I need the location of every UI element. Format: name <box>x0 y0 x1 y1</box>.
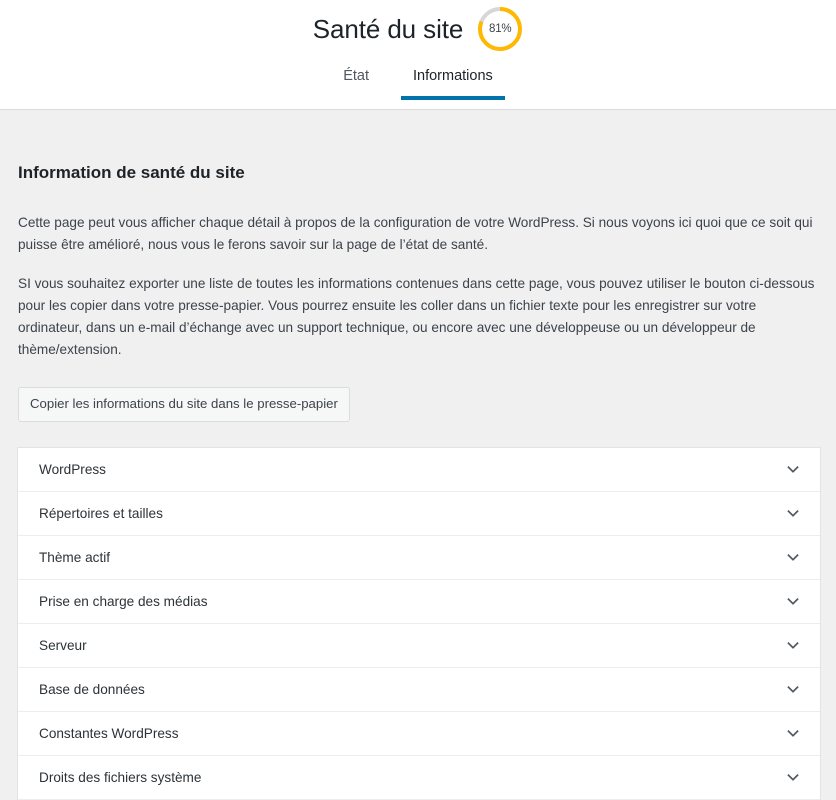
accordion-row-label: Base de données <box>39 681 145 697</box>
accordion-row[interactable]: Répertoires et tailles <box>18 491 820 536</box>
section-heading: Information de santé du site <box>18 163 245 182</box>
site-health-content: Information de santé du site Cette page … <box>0 110 836 800</box>
accordion-row-label: Constantes WordPress <box>39 725 179 741</box>
title-row: Santé du site 81% <box>0 0 836 51</box>
chevron-down-icon[interactable] <box>784 636 802 654</box>
accordion-row[interactable]: Prise en charge des médias <box>18 579 820 624</box>
accordion-row[interactable]: WordPress <box>18 447 820 492</box>
accordion-row[interactable]: Base de données <box>18 667 820 712</box>
page-title: Santé du site <box>312 14 464 44</box>
chevron-down-icon[interactable] <box>784 460 802 478</box>
accordion-row[interactable]: Droits des fichiers système <box>18 755 820 800</box>
intro-paragraph-2: SI vous souhaitez exporter une liste de … <box>18 276 815 358</box>
tab-etat[interactable]: État <box>321 58 391 98</box>
accordion-row-label: Droits des fichiers système <box>39 769 202 785</box>
chevron-down-icon[interactable] <box>784 592 802 610</box>
chevron-down-icon[interactable] <box>784 504 802 522</box>
chevron-down-icon[interactable] <box>784 548 802 566</box>
accordion-row-label: Thème actif <box>39 549 111 565</box>
chevron-down-icon[interactable] <box>784 724 802 742</box>
accordion-row[interactable]: Thème actif <box>18 535 820 580</box>
accordion-row[interactable]: Serveur <box>18 623 820 668</box>
health-score-donut: 81% <box>477 6 523 52</box>
accordion-row-label: Prise en charge des médias <box>39 593 208 609</box>
health-score-label: 81% <box>489 23 512 35</box>
site-health-header: Santé du site 81% État Informations <box>0 0 836 110</box>
accordion-row-label: Serveur <box>39 637 87 653</box>
tab-informations[interactable]: Informations <box>391 58 515 101</box>
site-info-accordion: WordPress Répertoires et tailles Thème act… <box>17 446 821 800</box>
site-health-tabs: État Informations <box>0 56 836 101</box>
copy-site-info-button[interactable]: Copier les informations du site dans le … <box>18 387 350 422</box>
accordion-row-label: WordPress <box>39 461 106 477</box>
intro-paragraph-1: Cette page peut vous afficher chaque dét… <box>18 215 813 253</box>
chevron-down-icon[interactable] <box>784 680 802 698</box>
accordion-row[interactable]: Constantes WordPress <box>18 711 820 756</box>
chevron-down-icon[interactable] <box>784 768 802 786</box>
accordion-row-label: Répertoires et tailles <box>39 505 163 521</box>
